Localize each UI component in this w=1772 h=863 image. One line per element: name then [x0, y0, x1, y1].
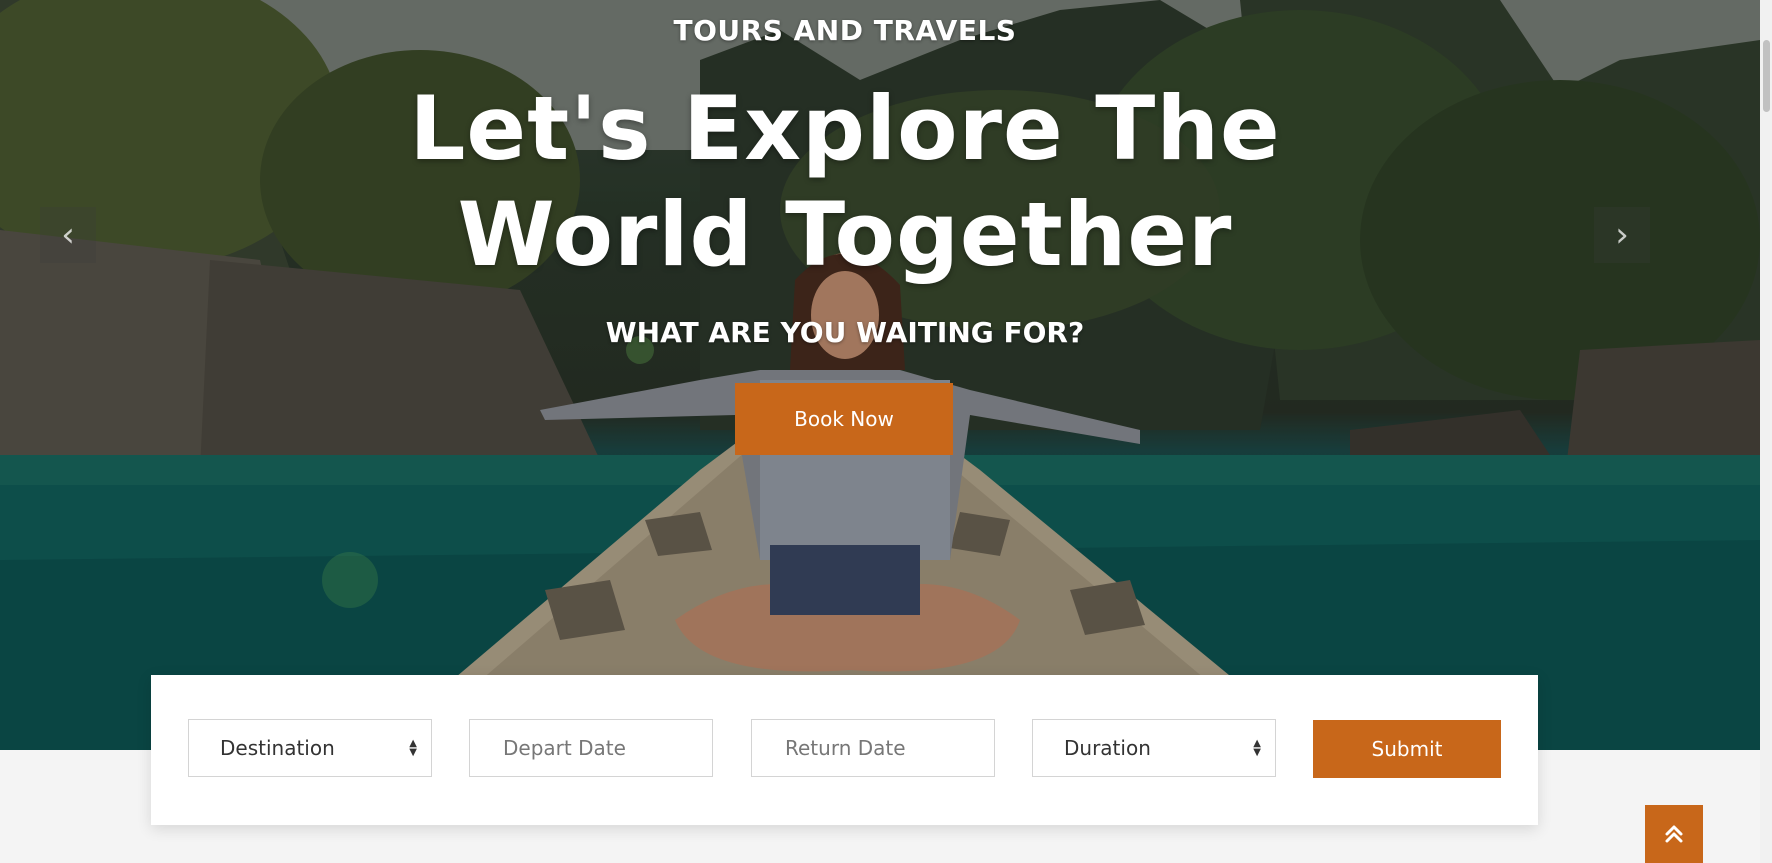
- booking-search-form: Destination ▲▼ Duration ▲▼ Submit: [151, 675, 1538, 825]
- destination-select[interactable]: Destination ▲ ▼: [188, 719, 432, 777]
- carousel-prev-button[interactable]: ‹: [40, 207, 96, 263]
- page: TOURS AND TRAVELS Let's Explore The Worl…: [0, 0, 1772, 863]
- destination-selected-value: Destination: [220, 736, 335, 760]
- hero-eyebrow: TOURS AND TRAVELS: [673, 14, 1017, 47]
- duration-select[interactable]: Duration ▲ ▼: [1032, 719, 1276, 777]
- duration-selected-value: Duration: [1064, 736, 1151, 760]
- carousel-next-button[interactable]: ›: [1594, 207, 1650, 263]
- select-caret-icon: ▲ ▼: [1253, 738, 1261, 758]
- chevron-right-icon: ›: [1615, 215, 1629, 255]
- hero-subhead: WHAT ARE YOU WAITING FOR?: [605, 316, 1085, 349]
- depart-date-field[interactable]: [469, 719, 713, 777]
- chevron-left-icon: ‹: [61, 215, 75, 255]
- hero-carousel: TOURS AND TRAVELS Let's Explore The Worl…: [0, 0, 1760, 750]
- back-to-top-button[interactable]: [1645, 805, 1703, 863]
- double-chevron-up-icon: [1665, 825, 1683, 843]
- page-scrollbar[interactable]: [1760, 0, 1772, 863]
- return-date-input[interactable]: [783, 735, 977, 761]
- hero-headline: Let's Explore The World Together: [409, 77, 1281, 286]
- scrollbar-thumb[interactable]: [1763, 40, 1770, 112]
- book-now-button[interactable]: Book Now: [735, 383, 953, 455]
- return-date-field[interactable]: [751, 719, 995, 777]
- depart-date-input[interactable]: [501, 735, 695, 761]
- select-caret-icon: ▲ ▼: [409, 738, 417, 758]
- submit-button[interactable]: Submit: [1313, 720, 1501, 778]
